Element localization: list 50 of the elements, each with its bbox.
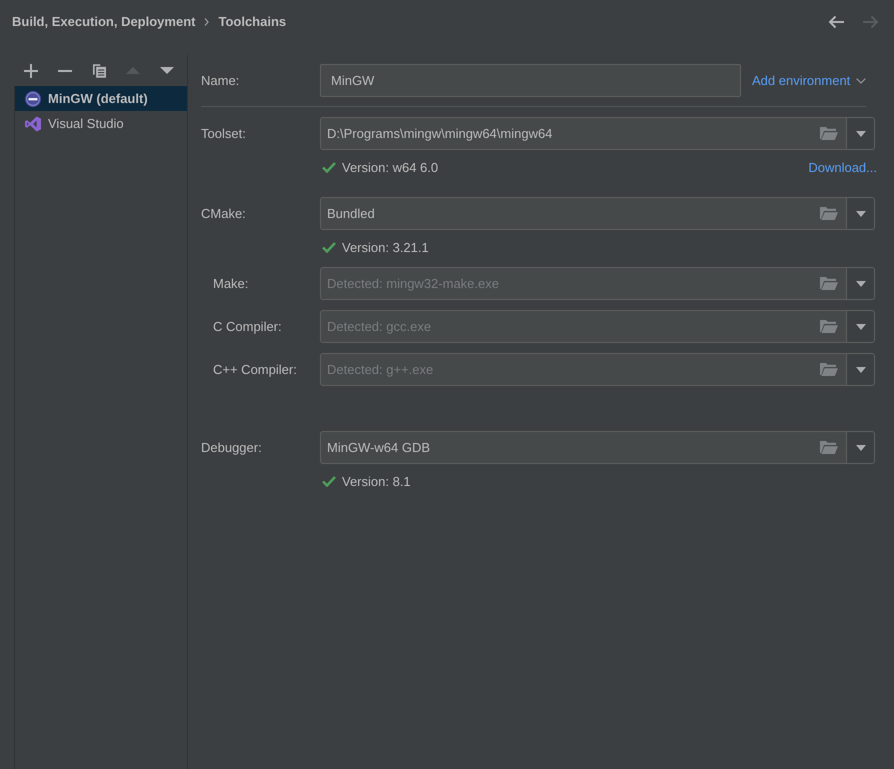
- field-label: Toolset:: [201, 126, 247, 142]
- version-text: Version: 8.1: [342, 474, 411, 488]
- copy-icon: [92, 64, 106, 78]
- folder-icon[interactable]: [820, 440, 838, 455]
- breadcrumb-item: Build, Execution, Deployment: [12, 14, 196, 30]
- chevron-down-icon: [856, 78, 866, 84]
- plus-icon: [24, 64, 38, 78]
- toolchain-list-item[interactable]: MinGW (default): [15, 86, 187, 111]
- name-field[interactable]: MinGW: [320, 64, 741, 97]
- field-label: C++ Compiler:: [213, 362, 298, 378]
- disc-icon: [25, 90, 41, 106]
- minus-icon: [58, 70, 72, 72]
- download-link[interactable]: Download...: [808, 160, 877, 174]
- dropdown-button[interactable]: [846, 267, 875, 300]
- caret-down-icon: [856, 210, 866, 216]
- dropdown-button[interactable]: [846, 431, 875, 464]
- combo-field[interactable]: Bundled: [320, 197, 846, 230]
- folder-icon[interactable]: [820, 126, 838, 141]
- field-label: C Compiler:: [213, 318, 283, 334]
- toolchain-list-item[interactable]: Visual Studio: [15, 111, 187, 136]
- dropdown-button[interactable]: [846, 353, 875, 386]
- folder-icon[interactable]: [820, 319, 838, 334]
- caret-down-icon: [856, 130, 866, 136]
- folder-icon[interactable]: [820, 362, 838, 377]
- ribbon-icon: [25, 116, 41, 132]
- arrow-left-icon: [828, 15, 844, 29]
- caret-down-icon: [856, 444, 866, 450]
- field-label: Make:: [213, 276, 250, 292]
- folder-icon[interactable]: [820, 276, 838, 291]
- field-label: CMake:: [201, 206, 247, 222]
- version-text: Version: w64 6.0: [342, 160, 438, 174]
- caret-down-icon: [856, 366, 866, 372]
- combo-field[interactable]: D:\Programs\mingw\mingw64\mingw64: [320, 117, 846, 150]
- triangle-up-icon: [126, 67, 140, 74]
- dropdown-button[interactable]: [846, 197, 875, 230]
- triangle-down-icon: [160, 67, 174, 74]
- caret-down-icon: [856, 324, 866, 330]
- caret-down-icon: [856, 280, 866, 286]
- chevron-right-icon: [204, 18, 210, 26]
- field-label: Name:: [201, 72, 240, 88]
- version-text: Version: 3.21.1: [342, 240, 429, 254]
- arrow-right-icon: [862, 15, 878, 29]
- folder-icon[interactable]: [820, 206, 838, 221]
- field-label: Debugger:: [201, 440, 263, 456]
- dropdown-button[interactable]: [846, 117, 875, 150]
- combo-field[interactable]: MinGW-w64 GDB: [320, 431, 846, 464]
- breadcrumb-item: Toolchains: [218, 14, 286, 30]
- dropdown-button[interactable]: [846, 310, 875, 343]
- back-button[interactable]: [826, 14, 845, 30]
- add-environment-link[interactable]: Add environment: [752, 73, 866, 88]
